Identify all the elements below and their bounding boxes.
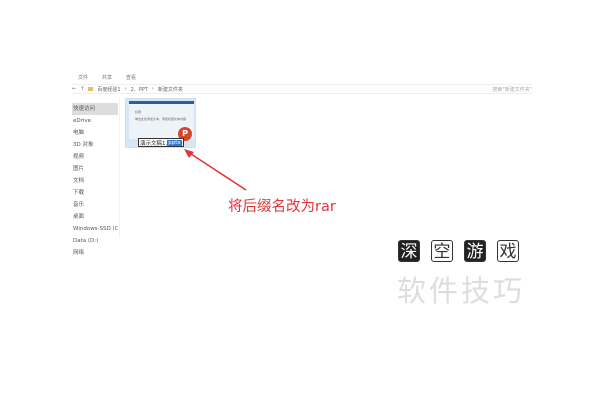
watermark-text: 软件技巧 [397,274,526,308]
annotation-text: 将后缀名改为rar [228,199,336,215]
watermark-logo: 深 空 游 戏 [398,240,519,262]
watermark-char: 空 [431,240,453,262]
watermark-char: 深 [398,240,420,262]
watermark-char: 戏 [497,240,519,262]
watermark-char: 游 [464,240,486,262]
